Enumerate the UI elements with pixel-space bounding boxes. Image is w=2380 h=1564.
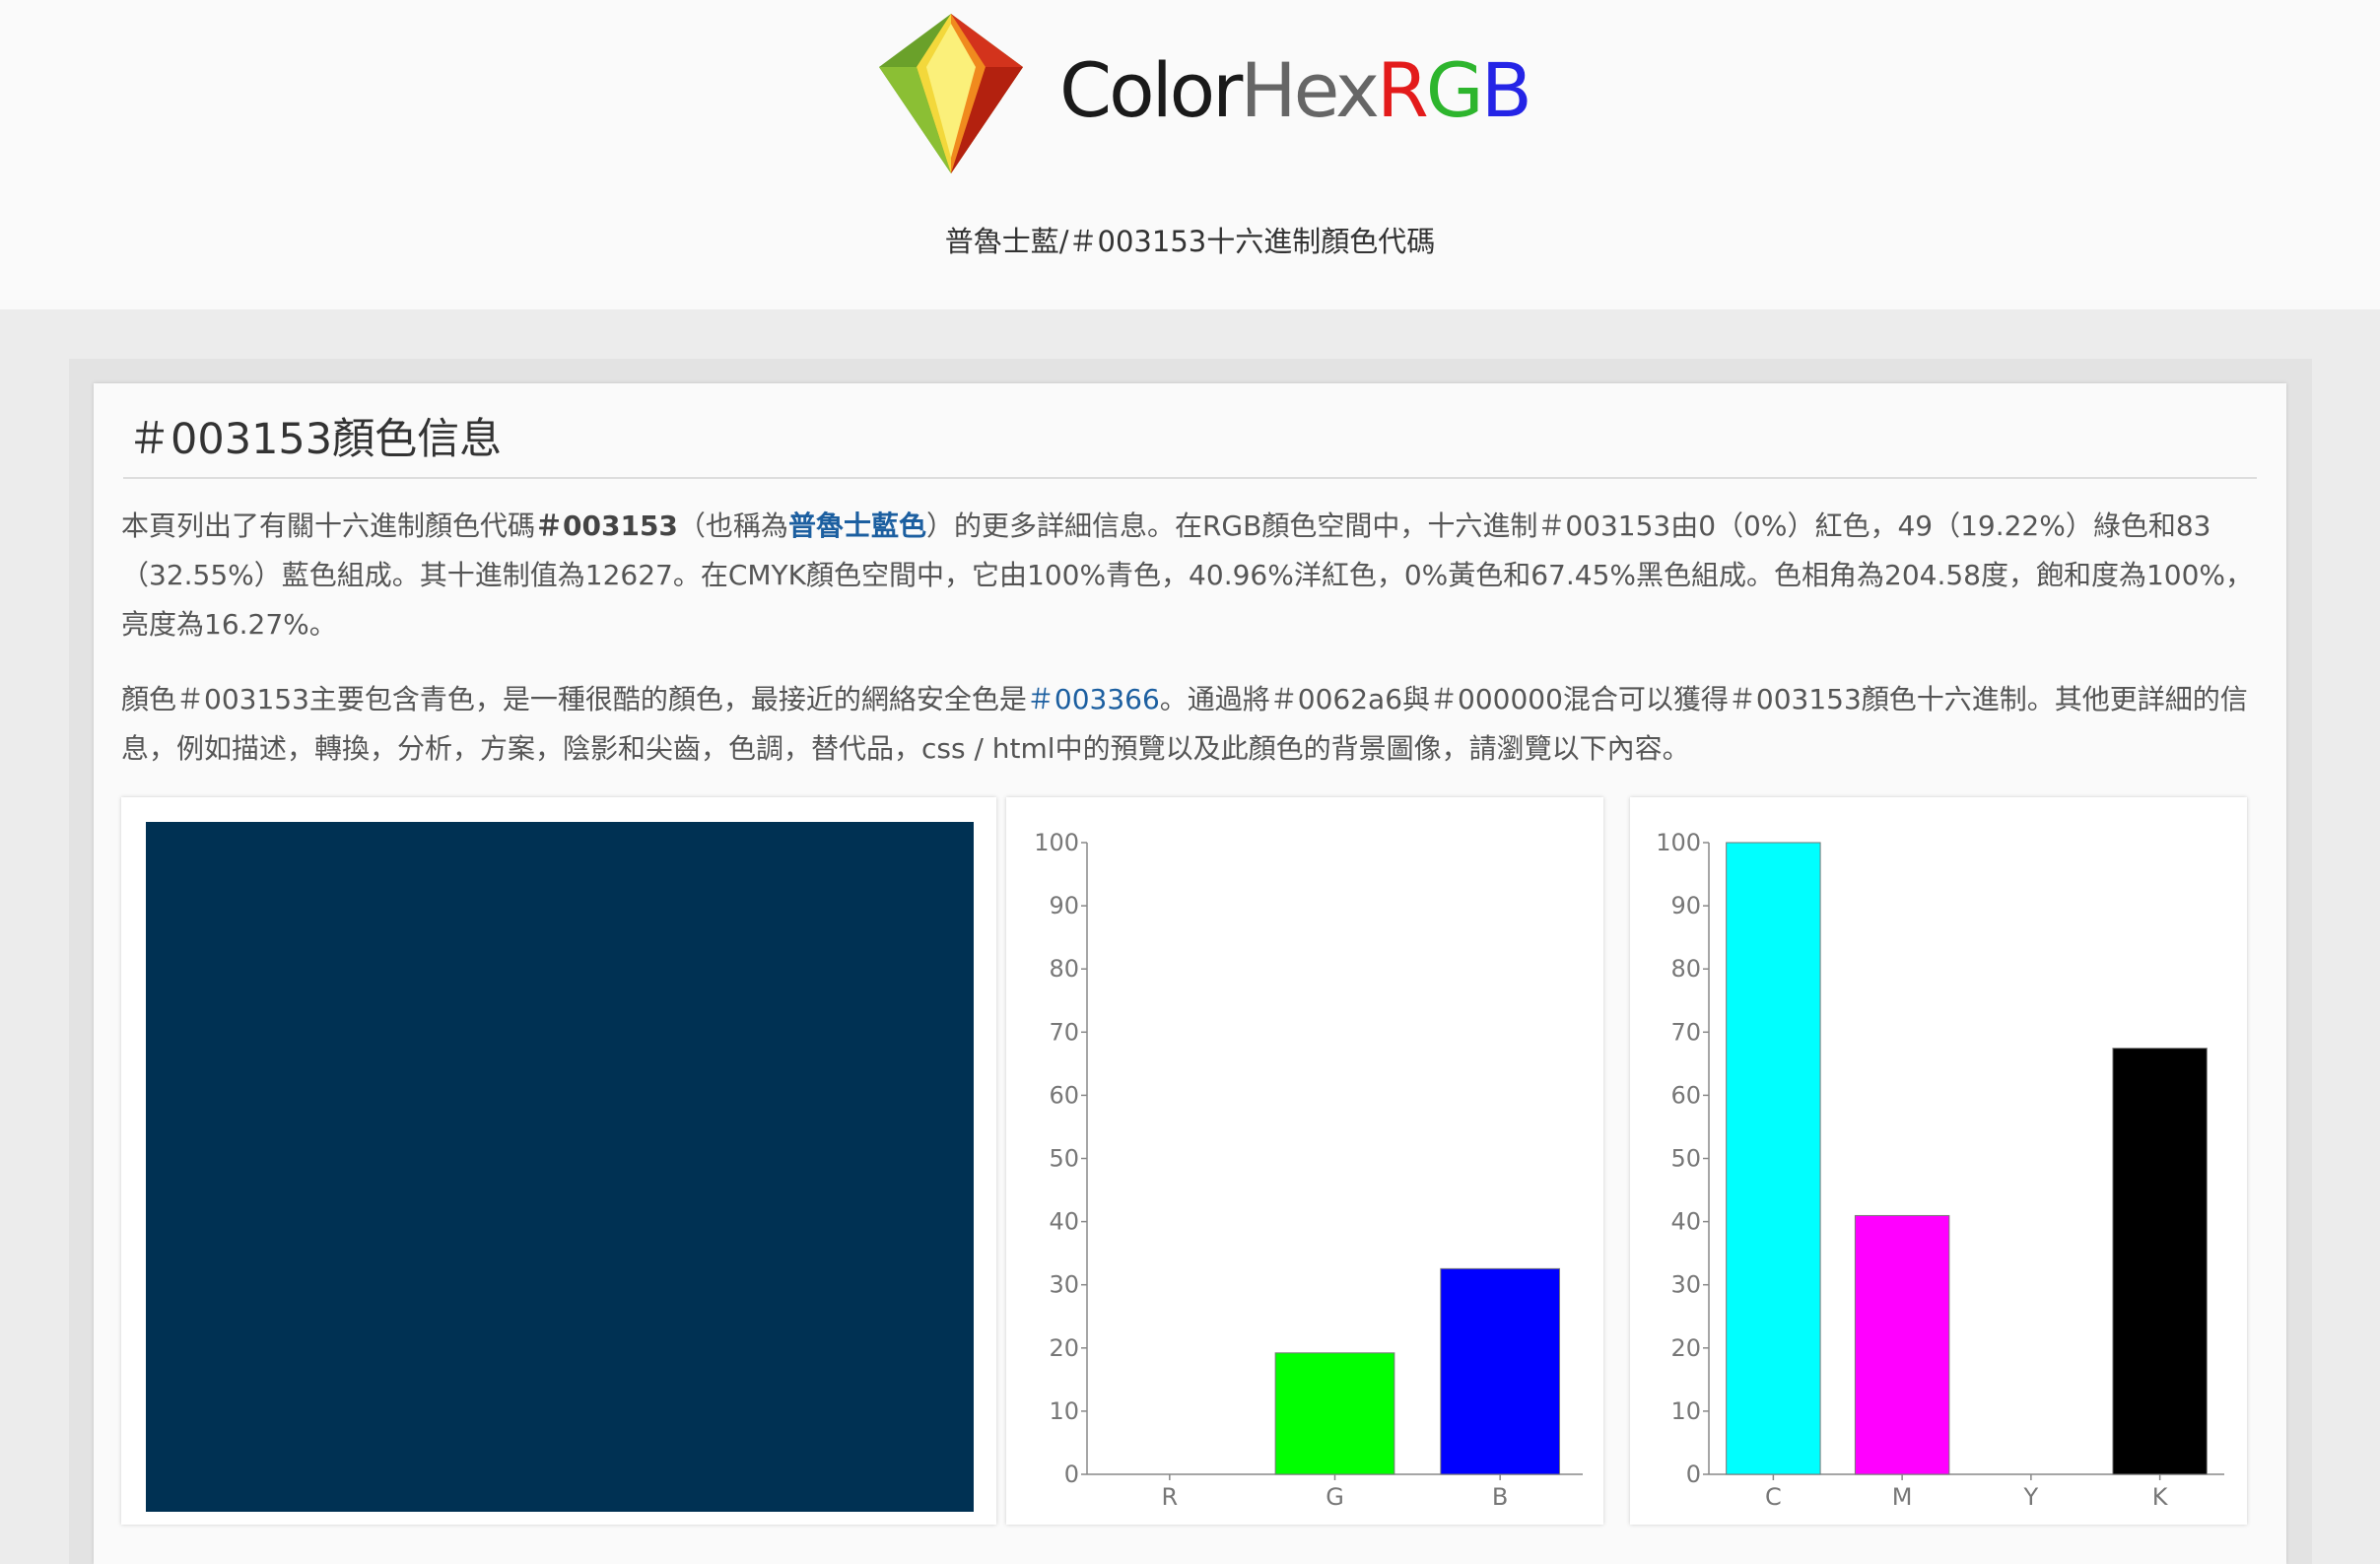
- rgb-bar-chart: 0 10 20 30 40 50 60 70 80 90 100 R G B: [1030, 821, 1583, 1511]
- y-tick-label: 80: [1049, 955, 1079, 983]
- y-tick-label: 40: [1049, 1208, 1079, 1236]
- color-swatch-panel: [121, 797, 996, 1525]
- y-tick-label: 90: [1670, 892, 1701, 919]
- y-tick-label: 50: [1670, 1145, 1701, 1173]
- x-tick-label-b: B: [1492, 1483, 1508, 1511]
- brand-part-color: Color: [1059, 46, 1243, 134]
- site-header: ColorHexRGB 普魯士藍/＃003153十六進制顏色代碼: [0, 0, 2380, 309]
- cmyk-bar-chart: 0 10 20 30 40 50 60 70 80 90 100 C M Y K: [1654, 821, 2224, 1511]
- bar-b: [1440, 1267, 1561, 1475]
- y-tick-label: 70: [1670, 1018, 1701, 1046]
- p1-mid-text: （也稱為: [677, 510, 788, 542]
- description-paragraph: 本頁列出了有關十六進制顏色代碼＃003153（也稱為普魯士藍色）的更多詳細信息。…: [121, 502, 2260, 649]
- bar-c: [1726, 842, 1821, 1475]
- y-tick-label: 70: [1049, 1018, 1079, 1046]
- brand-part-hex: Hex: [1240, 46, 1380, 134]
- y-tick-label: 100: [1656, 829, 1701, 856]
- title-divider: [123, 477, 2257, 479]
- y-tick-label: 40: [1670, 1208, 1701, 1236]
- y-tick-label: 0: [1686, 1461, 1701, 1488]
- color-name-link[interactable]: 普魯士藍色: [788, 510, 926, 542]
- y-tick-label: 60: [1670, 1081, 1701, 1109]
- x-tick-label-k: K: [2152, 1483, 2169, 1511]
- x-tick-label-g: G: [1326, 1483, 1344, 1511]
- x-tick-label-r: R: [1161, 1483, 1178, 1511]
- site-logo[interactable]: ColorHexRGB: [867, 10, 1532, 177]
- x-tick-label-m: M: [1892, 1483, 1913, 1511]
- y-tick-label: 90: [1049, 892, 1079, 919]
- p2-intro-text: 顏色＃003153主要包含青色，是一種很酷的顏色，最接近的網絡安全色是: [121, 683, 1027, 715]
- y-tick-label: 30: [1670, 1271, 1701, 1299]
- color-swatch: [146, 822, 974, 1512]
- brand-wordmark: ColorHexRGB: [1059, 53, 1532, 128]
- bar-g: [1274, 1352, 1395, 1475]
- y-tick-label: 0: [1064, 1461, 1079, 1488]
- brand-letter-b: B: [1480, 46, 1532, 134]
- x-tick-label-y: Y: [2023, 1483, 2039, 1511]
- y-tick-label: 80: [1670, 955, 1701, 983]
- cmyk-chart-panel: 0 10 20 30 40 50 60 70 80 90 100 C M Y K: [1630, 797, 2247, 1525]
- hex-code-bold: ＃003153: [535, 510, 678, 542]
- y-tick-label: 60: [1049, 1081, 1079, 1109]
- y-tick-label: 50: [1049, 1145, 1079, 1173]
- bar-k: [2112, 1048, 2208, 1475]
- y-tick-label: 30: [1049, 1271, 1079, 1299]
- summary-paragraph: 顏色＃003153主要包含青色，是一種很酷的顏色，最接近的網絡安全色是＃0033…: [121, 675, 2260, 774]
- y-tick-label: 20: [1049, 1334, 1079, 1362]
- p1-intro-text: 本頁列出了有關十六進制顏色代碼: [121, 510, 536, 542]
- diamond-logo-icon: [879, 14, 1023, 173]
- y-tick-label: 100: [1034, 829, 1079, 856]
- brand-letter-r: R: [1376, 46, 1429, 134]
- y-tick-label: 20: [1670, 1334, 1701, 1362]
- x-tick-label-c: C: [1765, 1483, 1782, 1511]
- color-info-card: ＃003153顏色信息 本頁列出了有關十六進制顏色代碼＃003153（也稱為普魯…: [94, 383, 2286, 1564]
- y-tick-label: 10: [1049, 1397, 1079, 1425]
- brand-letter-g: G: [1425, 46, 1484, 134]
- page-subtitle: 普魯士藍/＃003153十六進制顏色代碼: [944, 225, 1436, 258]
- y-tick-label: 10: [1670, 1397, 1701, 1425]
- web-safe-color-link[interactable]: ＃003366: [1027, 683, 1160, 715]
- bar-m: [1854, 1214, 1950, 1475]
- rgb-chart-panel: 0 10 20 30 40 50 60 70 80 90 100 R G B: [1006, 797, 1603, 1525]
- card-title: ＃003153顏色信息: [128, 415, 503, 464]
